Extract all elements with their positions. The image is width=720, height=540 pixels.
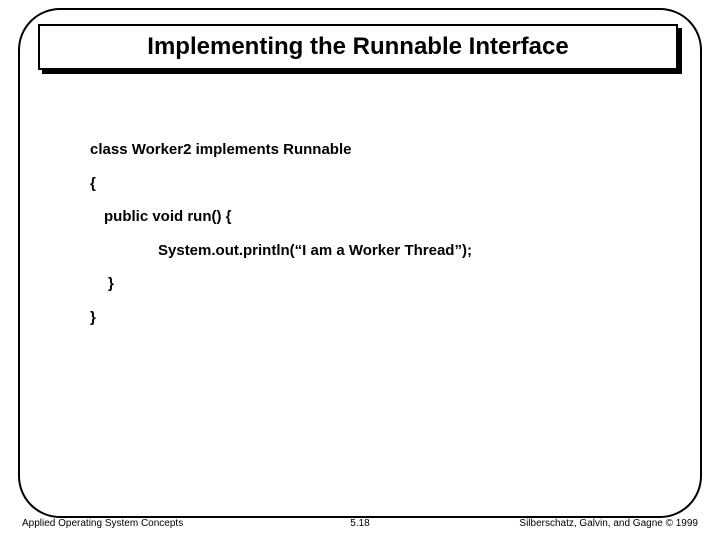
code-line: System.out.println(“I am a Worker Thread… bbox=[90, 241, 650, 261]
footer-right: Silberschatz, Galvin, and Gagne © 1999 bbox=[519, 518, 698, 529]
code-line: } bbox=[90, 274, 650, 294]
code-line: public void run() { bbox=[90, 207, 650, 227]
title-box: Implementing the Runnable Interface bbox=[38, 24, 678, 70]
code-line: } bbox=[90, 308, 650, 328]
code-line: class Worker2 implements Runnable bbox=[90, 140, 650, 160]
code-line: { bbox=[90, 174, 650, 194]
slide-title: Implementing the Runnable Interface bbox=[147, 33, 568, 61]
code-block: class Worker2 implements Runnable { publ… bbox=[90, 140, 650, 341]
footer: Applied Operating System Concepts 5.18 S… bbox=[18, 518, 702, 532]
